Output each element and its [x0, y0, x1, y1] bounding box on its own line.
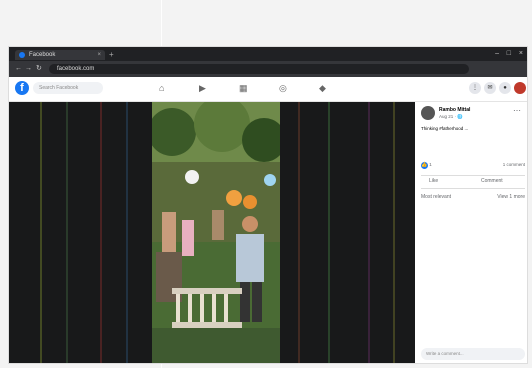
- tab-title: Facebook: [29, 52, 56, 58]
- notifications-icon[interactable]: ●: [499, 82, 511, 94]
- home-icon[interactable]: ⌂: [159, 82, 164, 94]
- tab-strip: Facebook × + – □ ×: [9, 47, 527, 61]
- menu-grid-icon[interactable]: ⋮: [469, 82, 481, 94]
- reactions-row: 👍 1 1 comment: [421, 162, 525, 170]
- forward-icon[interactable]: →: [25, 64, 32, 74]
- gaming-icon[interactable]: ◆: [319, 82, 326, 94]
- facebook-topbar: f Search Facebook ⌂ ▶ ▦ ◎ ◆ ⋮ ✉ ●: [9, 77, 527, 102]
- comment-count[interactable]: 1 comment: [503, 162, 525, 167]
- account-avatar[interactable]: [514, 82, 526, 94]
- search-input[interactable]: Search Facebook: [33, 82, 103, 94]
- facebook-logo-icon[interactable]: f: [15, 81, 29, 95]
- messenger-icon[interactable]: ✉: [484, 82, 496, 94]
- groups-icon[interactable]: ◎: [279, 82, 287, 94]
- sort-dropdown[interactable]: Most relevant: [421, 194, 451, 200]
- post-date: Aug 21 · 🌐: [439, 114, 463, 119]
- like-reaction-icon: 👍: [421, 162, 428, 169]
- back-icon[interactable]: ←: [15, 64, 22, 74]
- address-bar: ← → ↻ facebook.com: [9, 61, 527, 77]
- reload-icon[interactable]: ↻: [36, 64, 42, 74]
- video-frame: [152, 102, 280, 363]
- browser-tab[interactable]: Facebook ×: [15, 50, 105, 60]
- url-field[interactable]: facebook.com: [49, 64, 469, 74]
- video-viewer[interactable]: [9, 102, 415, 363]
- new-tab-button[interactable]: +: [109, 50, 114, 60]
- post-sidebar: Rambo Mittal Aug 21 · 🌐 ⋯ Thinking #fath…: [415, 102, 527, 363]
- post-text: Thinking #fatherhood ...: [421, 126, 469, 131]
- author-name[interactable]: Rambo Mittal: [439, 107, 470, 113]
- marketplace-icon[interactable]: ▦: [239, 82, 248, 94]
- post-actions: Like Comment: [421, 175, 525, 189]
- video-scene-image: [152, 102, 280, 363]
- reaction-count[interactable]: 1: [429, 162, 432, 167]
- browser-window: Facebook × + – □ × ← → ↻ facebook.com f …: [8, 46, 528, 364]
- maximize-icon[interactable]: □: [507, 49, 511, 59]
- author-avatar[interactable]: [421, 106, 435, 120]
- comment-button[interactable]: Comment: [481, 178, 503, 184]
- minimize-icon[interactable]: –: [495, 49, 499, 59]
- facebook-favicon-icon: [19, 52, 25, 58]
- view-more-comments[interactable]: View 1 more: [497, 194, 525, 200]
- comment-input[interactable]: Write a comment...: [421, 348, 525, 360]
- watch-icon[interactable]: ▶: [199, 82, 206, 94]
- close-window-icon[interactable]: ×: [519, 49, 523, 59]
- more-options-icon[interactable]: ⋯: [513, 106, 521, 115]
- like-button[interactable]: Like: [429, 178, 438, 184]
- tab-close-icon[interactable]: ×: [97, 50, 101, 60]
